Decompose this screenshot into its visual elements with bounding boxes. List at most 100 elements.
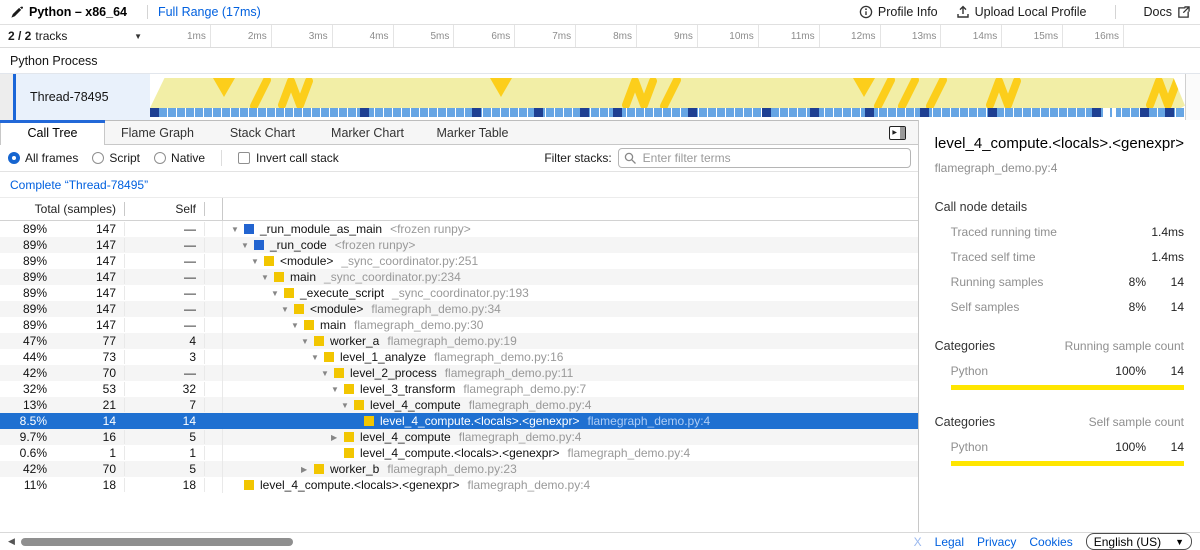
- footer-link-x[interactable]: X: [914, 535, 922, 549]
- spacer-column: [205, 237, 223, 253]
- twisty-open-icon[interactable]: ▼: [341, 401, 354, 410]
- twisty-open-icon[interactable]: ▼: [241, 241, 254, 250]
- twisty-open-icon[interactable]: ▼: [291, 321, 304, 330]
- thread-activity-track[interactable]: [150, 74, 1185, 120]
- call-tree-row[interactable]: 8.5%1414level_4_compute.<locals>.<genexp…: [0, 413, 918, 429]
- twisty-open-icon[interactable]: ▼: [311, 353, 324, 362]
- profile-info-button[interactable]: Profile Info: [859, 5, 938, 19]
- detail-value: 14: [1146, 300, 1184, 314]
- twisty-open-icon[interactable]: ▼: [231, 225, 244, 234]
- thread-label[interactable]: Thread-78495: [16, 74, 150, 120]
- column-header-self[interactable]: Self: [125, 202, 205, 216]
- twisty-closed-icon[interactable]: ▶: [331, 433, 344, 442]
- twisty-closed-icon[interactable]: ▶: [301, 465, 314, 474]
- twisty-open-icon[interactable]: ▼: [321, 369, 334, 378]
- twisty-open-icon[interactable]: ▼: [261, 273, 274, 282]
- call-tree-row[interactable]: 44%733▼level_1_analyzeflamegraph_demo.py…: [0, 349, 918, 365]
- category-name: Python: [935, 364, 1104, 378]
- spacer-column: [205, 365, 223, 381]
- total-samples: 147: [55, 318, 125, 332]
- tab-flame-graph[interactable]: Flame Graph: [105, 121, 210, 144]
- call-tree-row[interactable]: 89%147—▼<module>flamegraph_demo.py:34: [0, 301, 918, 317]
- total-samples: 77: [55, 334, 125, 348]
- call-tree-row[interactable]: 42%70—▼level_2_processflamegraph_demo.py…: [0, 365, 918, 381]
- tracks-scrollbar[interactable]: [1185, 74, 1200, 120]
- footer-link-cookies[interactable]: Cookies: [1029, 535, 1072, 549]
- category-color-icon: [294, 304, 304, 314]
- radio-native[interactable]: Native: [154, 151, 205, 165]
- call-tree-row[interactable]: 89%147—▼_execute_script_sync_coordinator…: [0, 285, 918, 301]
- radio-script[interactable]: Script: [92, 151, 140, 165]
- language-select[interactable]: English (US) ▼: [1086, 533, 1192, 550]
- category-color-icon: [344, 384, 354, 394]
- detail-label: Traced self time: [935, 250, 1104, 264]
- call-tree-row[interactable]: 13%217▼level_4_computeflamegraph_demo.py…: [0, 397, 918, 413]
- ruler-tick: 16ms: [1063, 25, 1124, 47]
- tracks-dropdown[interactable]: 2 / 2 tracks ▼: [0, 25, 150, 47]
- ruler-tick: 14ms: [941, 25, 1002, 47]
- twisty-open-icon[interactable]: ▼: [301, 337, 314, 346]
- scroll-left-arrow-icon[interactable]: ◀: [8, 536, 15, 547]
- invert-call-stack-checkbox[interactable]: [238, 152, 250, 164]
- ruler-tick: 13ms: [881, 25, 942, 47]
- sidebar-toggle-button[interactable]: ▶: [889, 126, 906, 140]
- horizontal-scrollbar-thumb[interactable]: [21, 538, 293, 546]
- timeline-section: 2 / 2 tracks ▼ 1ms2ms3ms4ms5ms6ms7ms8ms9…: [0, 25, 1200, 120]
- call-tree: 89%147—▼_run_module_as_main<frozen runpy…: [0, 221, 918, 493]
- jank-marker: [490, 78, 512, 97]
- twisty-open-icon[interactable]: ▼: [331, 385, 344, 394]
- edit-profile-name-icon[interactable]: [10, 6, 23, 19]
- twisty-open-icon[interactable]: ▼: [251, 257, 264, 266]
- full-range-link[interactable]: Full Range (17ms): [158, 5, 261, 19]
- function-location: _sync_coordinator.py:193: [392, 286, 529, 300]
- radio-all-frames[interactable]: All frames: [8, 151, 78, 165]
- upload-icon: [956, 5, 970, 19]
- call-tree-row[interactable]: 11%1818level_4_compute.<locals>.<genexpr…: [0, 477, 918, 493]
- call-tree-row[interactable]: 89%147—▼<module>_sync_coordinator.py:251: [0, 253, 918, 269]
- twisty-open-icon[interactable]: ▼: [281, 305, 294, 314]
- call-tree-row[interactable]: 32%5332▼level_3_transformflamegraph_demo…: [0, 381, 918, 397]
- upload-profile-button[interactable]: Upload Local Profile: [956, 5, 1087, 19]
- total-percent: 89%: [0, 302, 55, 316]
- track-python-process[interactable]: Python Process: [0, 47, 1200, 73]
- jank-marker: [664, 80, 677, 106]
- call-tree-row[interactable]: 89%147—▼_run_code<frozen runpy>: [0, 237, 918, 253]
- tab-marker-chart[interactable]: Marker Chart: [315, 121, 420, 144]
- call-tree-row[interactable]: 89%147—▼_run_module_as_main<frozen runpy…: [0, 221, 918, 237]
- total-samples: 147: [55, 254, 125, 268]
- call-tree-row[interactable]: 9.7%165▶level_4_computeflamegraph_demo.p…: [0, 429, 918, 445]
- total-percent: 32%: [0, 382, 55, 396]
- chevron-down-icon: ▼: [1175, 537, 1184, 547]
- total-percent: 89%: [0, 222, 55, 236]
- breadcrumb[interactable]: Complete “Thread-78495”: [10, 178, 148, 192]
- detail-value: 14: [1146, 275, 1184, 289]
- column-header-total[interactable]: Total (samples): [0, 202, 125, 216]
- sample-marker-dark: [360, 108, 369, 117]
- radio-label: All frames: [25, 151, 78, 165]
- tab-call-tree[interactable]: Call Tree: [0, 121, 105, 145]
- call-tree-row[interactable]: 47%774▼worker_aflamegraph_demo.py:19: [0, 333, 918, 349]
- call-tree-row[interactable]: 0.6%11level_4_compute.<locals>.<genexpr>…: [0, 445, 918, 461]
- tab-stack-chart[interactable]: Stack Chart: [210, 121, 315, 144]
- jank-marker: [902, 80, 915, 106]
- total-percent: 42%: [0, 366, 55, 380]
- docs-button[interactable]: Docs: [1144, 5, 1190, 19]
- footer-link-privacy[interactable]: Privacy: [977, 535, 1016, 549]
- profile-title: Python – x86_64: [29, 5, 127, 19]
- tab-marker-table[interactable]: Marker Table: [420, 121, 525, 144]
- category-bar: [951, 461, 1184, 466]
- tree-cell: level_4_compute.<locals>.<genexpr>flameg…: [223, 446, 918, 460]
- twisty-open-icon[interactable]: ▼: [271, 289, 284, 298]
- call-tree-row[interactable]: 89%147—▼mainflamegraph_demo.py:30: [0, 317, 918, 333]
- search-icon: [624, 152, 637, 165]
- column-header-icon: [205, 198, 223, 220]
- spacer-column: [205, 317, 223, 333]
- tree-cell: level_4_compute.<locals>.<genexpr>flameg…: [223, 414, 918, 428]
- total-percent: 89%: [0, 254, 55, 268]
- filter-stacks-input[interactable]: [618, 148, 911, 168]
- footer-link-legal[interactable]: Legal: [935, 535, 964, 549]
- category-color-icon: [304, 320, 314, 330]
- categories-count-label: Running sample count: [1065, 339, 1184, 353]
- call-tree-row[interactable]: 89%147—▼main_sync_coordinator.py:234: [0, 269, 918, 285]
- call-tree-row[interactable]: 42%705▶worker_bflamegraph_demo.py:23: [0, 461, 918, 477]
